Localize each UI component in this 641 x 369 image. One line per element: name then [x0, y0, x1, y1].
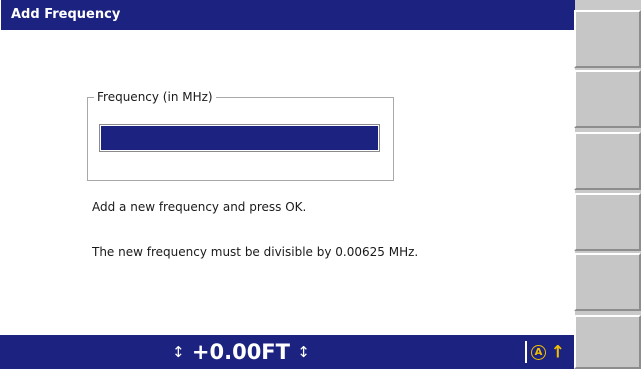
circled-a-icon: A [531, 345, 546, 360]
add-frequency-dialog: Add Frequency Frequency (in MHz) Add a n… [0, 0, 575, 335]
instruction-text: Add a new frequency and press OK. [92, 200, 307, 214]
frequency-input[interactable] [99, 124, 380, 152]
divisibility-hint-text: The new frequency must be divisible by 0… [92, 245, 419, 259]
up-down-arrow-icon: ↕ [172, 343, 185, 361]
softkey-2[interactable] [574, 70, 641, 128]
status-divider [525, 341, 527, 363]
frequency-group: Frequency (in MHz) [87, 89, 394, 181]
altitude-readout: ↕ +0.00FT ↕ [172, 335, 310, 369]
status-icons: A ↑ [531, 335, 565, 369]
dialog-title: Add Frequency [1, 0, 575, 30]
screen: Add Frequency Frequency (in MHz) Add a n… [0, 0, 641, 369]
softkey-1[interactable] [574, 10, 641, 68]
up-arrow-icon: ↑ [550, 342, 566, 363]
softkey-3[interactable] [574, 132, 641, 190]
altitude-value: +0.00FT [191, 340, 290, 364]
status-bar: ↕ +0.00FT ↕ A ↑ [0, 335, 574, 369]
softkey-4[interactable] [574, 193, 641, 251]
frequency-group-label: Frequency (in MHz) [94, 89, 216, 105]
softkey-column [574, 0, 641, 369]
up-down-arrow-icon: ↕ [297, 343, 310, 361]
softkey-6[interactable] [574, 315, 641, 369]
softkey-5[interactable] [574, 253, 641, 311]
